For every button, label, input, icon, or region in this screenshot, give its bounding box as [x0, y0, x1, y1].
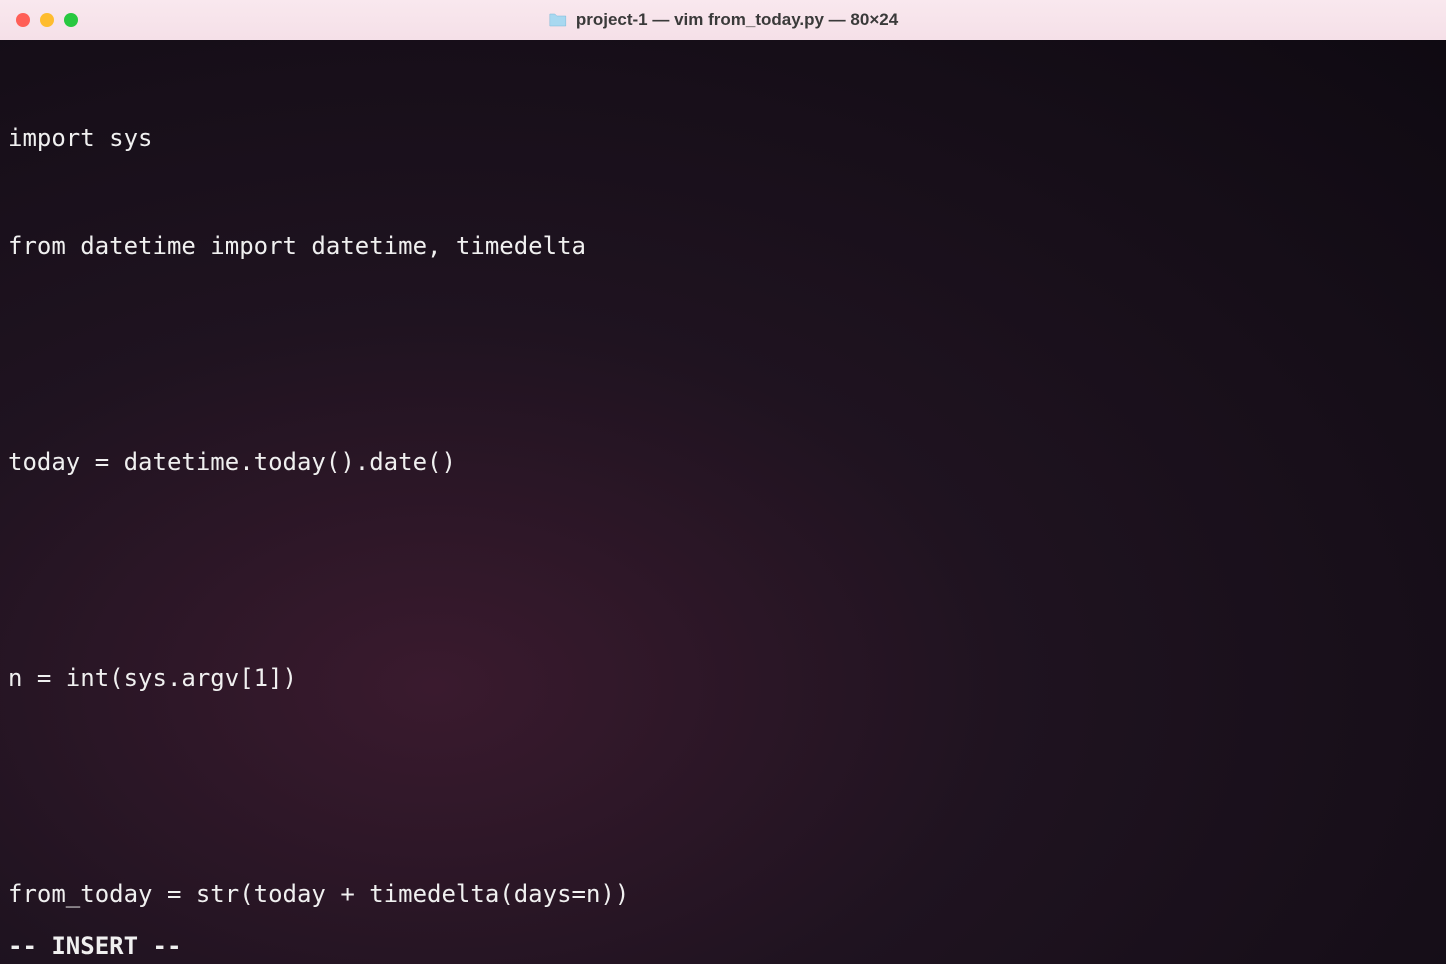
code-line: from_today = str(today + timedelta(days=…: [8, 876, 1438, 912]
code-line: import sys: [8, 120, 1438, 156]
code-line: from datetime import datetime, timedelta: [8, 228, 1438, 264]
code-line: n = int(sys.argv[1]): [8, 660, 1438, 696]
folder-icon: [548, 12, 568, 28]
terminal-editor[interactable]: import sys from datetime import datetime…: [0, 40, 1446, 964]
maximize-button[interactable]: [64, 13, 78, 27]
code-line: [8, 336, 1438, 372]
code-line: [8, 768, 1438, 804]
minimize-button[interactable]: [40, 13, 54, 27]
code-line: today = datetime.today().date(): [8, 444, 1438, 480]
vim-mode-status: -- INSERT --: [8, 928, 181, 964]
close-button[interactable]: [16, 13, 30, 27]
window-title: project-1 — vim from_today.py — 80×24: [548, 10, 898, 30]
window-title-text: project-1 — vim from_today.py — 80×24: [576, 10, 898, 30]
window-titlebar: project-1 — vim from_today.py — 80×24: [0, 0, 1446, 40]
traffic-lights: [16, 13, 78, 27]
code-line: [8, 552, 1438, 588]
